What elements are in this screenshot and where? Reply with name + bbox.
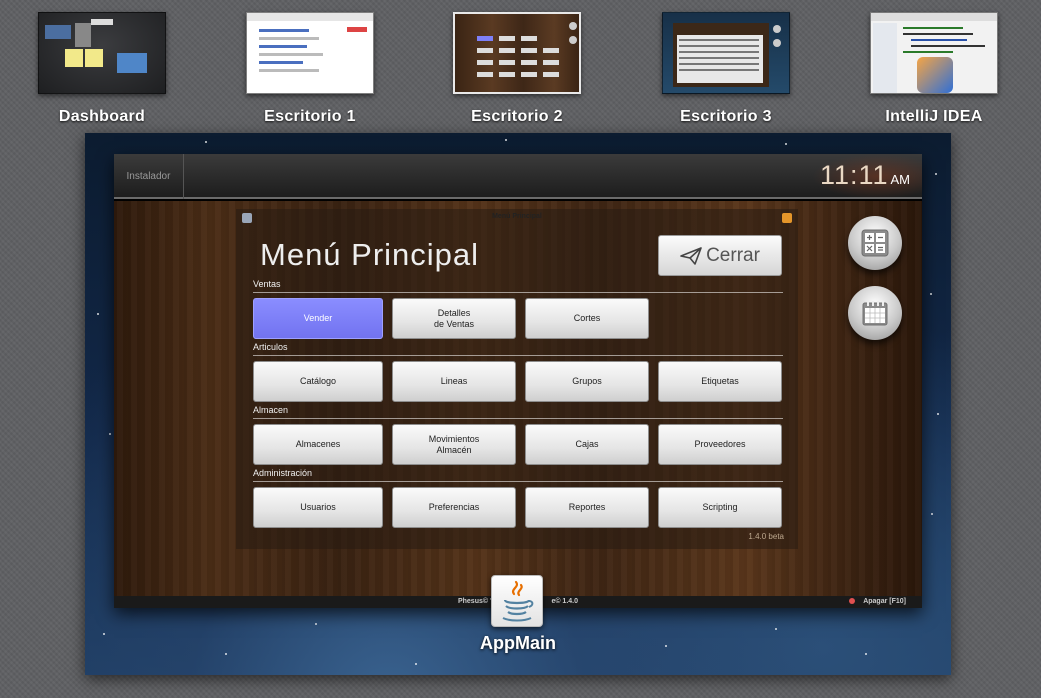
wood-background: Menú Principal Menú Principal Cerrar Ven… bbox=[114, 201, 922, 596]
clock-ampm: AM bbox=[890, 172, 911, 187]
catalogo-button[interactable]: Catálogo bbox=[253, 361, 383, 402]
cortes-button[interactable]: Cortes bbox=[525, 298, 649, 339]
vender-button[interactable]: Vender bbox=[253, 298, 383, 339]
lineas-button[interactable]: Lineas bbox=[392, 361, 516, 402]
space-escritorio-1[interactable]: Escritorio 1 bbox=[246, 12, 374, 125]
panel-minimize-icon[interactable] bbox=[782, 213, 792, 223]
space-dashboard[interactable]: Dashboard bbox=[38, 12, 166, 125]
section-label-administracion: Administración bbox=[253, 468, 313, 478]
status-text-left: Phesus© '0 bbox=[457, 598, 496, 605]
calendar-button[interactable] bbox=[848, 286, 902, 340]
appmain-icon[interactable] bbox=[491, 575, 543, 627]
shutdown-button[interactable]: Apagar [F10] bbox=[849, 598, 906, 605]
calculator-button[interactable] bbox=[848, 216, 902, 270]
power-icon bbox=[849, 598, 856, 604]
space-label: Dashboard bbox=[58, 108, 146, 125]
space-label: Escritorio 2 bbox=[471, 108, 563, 125]
section-label-ventas: Ventas bbox=[253, 279, 281, 289]
space-label: IntelliJ IDEA bbox=[885, 108, 983, 125]
section-divider bbox=[253, 418, 783, 419]
cajas-button[interactable]: Cajas bbox=[525, 424, 649, 465]
intellij-idea-icon bbox=[917, 57, 953, 93]
desktop-preview[interactable]: Instalador 11:11 AM Menú Principal Menú P… bbox=[85, 133, 951, 675]
main-menu-panel: Menú Principal Menú Principal Cerrar Ven… bbox=[236, 209, 798, 549]
space-label: Escritorio 1 bbox=[264, 108, 356, 125]
preferencias-button[interactable]: Preferencias bbox=[392, 487, 516, 528]
etiquetas-button[interactable]: Etiquetas bbox=[658, 361, 782, 402]
section-label-almacen: Almacen bbox=[253, 405, 289, 415]
calculator-icon bbox=[861, 229, 889, 257]
appmain-label: AppMain bbox=[480, 633, 556, 653]
space-thumbnail bbox=[662, 12, 790, 94]
grupos-button[interactable]: Grupos bbox=[525, 361, 649, 402]
space-thumbnail bbox=[870, 12, 998, 94]
close-button-label: Cerrar bbox=[706, 244, 760, 266]
shutdown-label: Apagar [F10] bbox=[863, 598, 906, 605]
space-thumbnail bbox=[453, 12, 581, 94]
clock-time: 11:11 bbox=[819, 160, 889, 190]
section-divider bbox=[253, 355, 783, 356]
calendar-icon bbox=[862, 301, 888, 326]
proveedores-button[interactable]: Proveedores bbox=[658, 424, 782, 465]
page-title: Menú Principal bbox=[260, 237, 480, 272]
panel-title: Menú Principal bbox=[492, 213, 542, 220]
section-divider bbox=[253, 292, 783, 293]
space-label: Escritorio 3 bbox=[680, 108, 772, 125]
movimientos-almacen-button[interactable]: Movimientos Almacén bbox=[392, 424, 516, 465]
space-intellij-idea[interactable]: IntelliJ IDEA bbox=[870, 12, 998, 125]
reportes-button[interactable]: Reportes bbox=[525, 487, 649, 528]
space-thumbnail bbox=[38, 12, 166, 94]
java-icon bbox=[502, 580, 534, 622]
detalles-de-ventas-button[interactable]: Detalles de Ventas bbox=[392, 298, 516, 339]
tab-instalador[interactable]: Instalador bbox=[114, 154, 184, 199]
version-label: 1.4.0 beta bbox=[748, 532, 784, 541]
space-escritorio-2[interactable]: Escritorio 2 bbox=[453, 12, 581, 125]
space-escritorio-3[interactable]: Escritorio 3 bbox=[662, 12, 790, 125]
usuarios-button[interactable]: Usuarios bbox=[253, 487, 383, 528]
top-bar: Instalador 11:11 AM bbox=[114, 154, 922, 199]
status-text-right: e© 1.4.0 bbox=[551, 598, 579, 605]
clock: 11:11 AM bbox=[820, 160, 910, 191]
app-window[interactable]: Instalador 11:11 AM Menú Principal Menú P… bbox=[114, 154, 922, 608]
almacenes-button[interactable]: Almacenes bbox=[253, 424, 383, 465]
space-thumbnail bbox=[246, 12, 374, 94]
section-divider bbox=[253, 481, 783, 482]
close-button[interactable]: Cerrar bbox=[658, 235, 782, 276]
paper-plane-icon bbox=[680, 246, 702, 265]
scripting-button[interactable]: Scripting bbox=[658, 487, 782, 528]
section-label-articulos: Articulos bbox=[253, 342, 288, 352]
